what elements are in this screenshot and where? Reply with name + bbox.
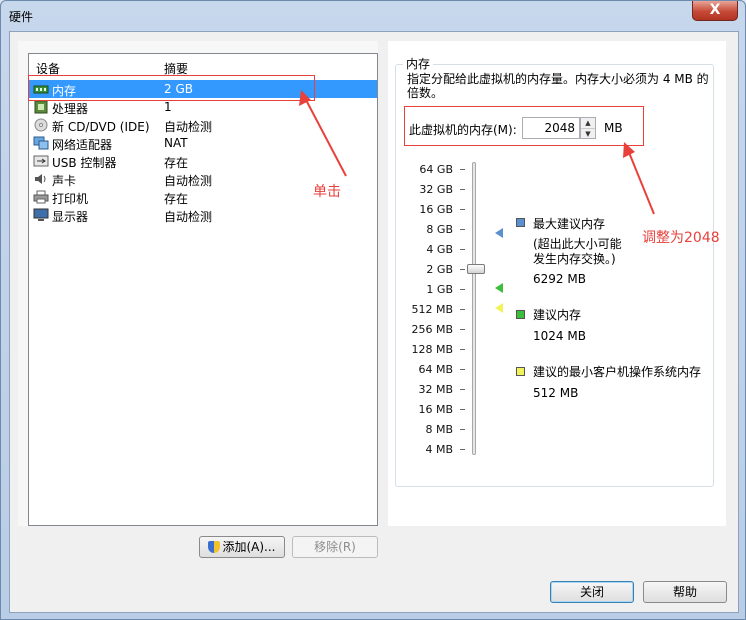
annotation-arrows [299, 90, 655, 215]
adjust-annotation: 调整为2048 [642, 230, 720, 246]
click-annotation: 单击 [313, 184, 341, 200]
